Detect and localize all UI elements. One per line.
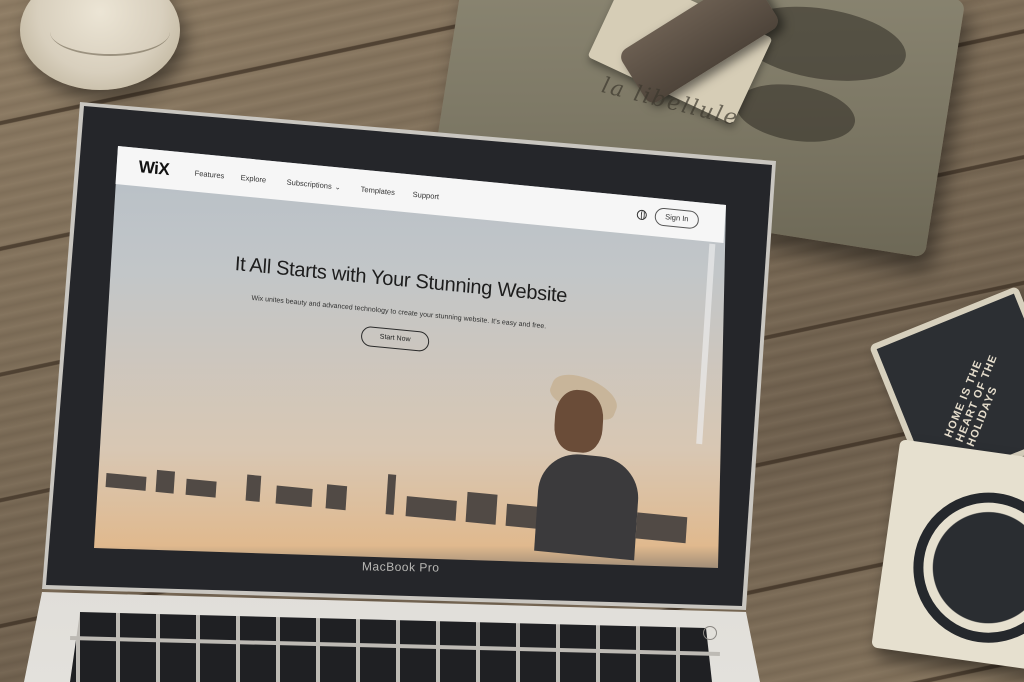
power-icon (703, 626, 717, 640)
sign-in-button[interactable]: Sign In (654, 207, 700, 230)
nav-support[interactable]: Support (412, 190, 439, 202)
building (405, 496, 457, 521)
nav-explore[interactable]: Explore (240, 173, 266, 184)
tower (385, 474, 397, 515)
building (185, 478, 217, 498)
person-head (552, 387, 605, 455)
nav-templates[interactable]: Templates (360, 185, 395, 197)
building (155, 469, 176, 494)
building (245, 474, 262, 502)
laptop-brand: MacBook Pro (361, 559, 440, 575)
building (105, 472, 147, 491)
building (275, 485, 313, 507)
wix-logo[interactable]: WiX (138, 157, 170, 180)
person-body (534, 450, 641, 561)
building (635, 512, 688, 544)
hero-title: It All Starts with Your Stunning Website (234, 253, 568, 308)
dragonfly-wing-print (732, 76, 860, 150)
nav-subscriptions[interactable]: Subscriptions ⌄ (286, 177, 341, 191)
nav-subscriptions-label: Subscriptions (286, 177, 333, 191)
jar-label (50, 16, 170, 56)
website: WiX Features Explore Subscriptions ⌄ Temp… (90, 146, 726, 625)
nav-features[interactable]: Features (194, 169, 224, 181)
chevron-down-icon: ⌄ (334, 184, 341, 192)
globe-icon[interactable] (636, 209, 648, 221)
building (325, 484, 348, 511)
start-now-button[interactable]: Start Now (360, 325, 430, 353)
coaster-emblem (903, 482, 1024, 653)
building (465, 491, 498, 525)
